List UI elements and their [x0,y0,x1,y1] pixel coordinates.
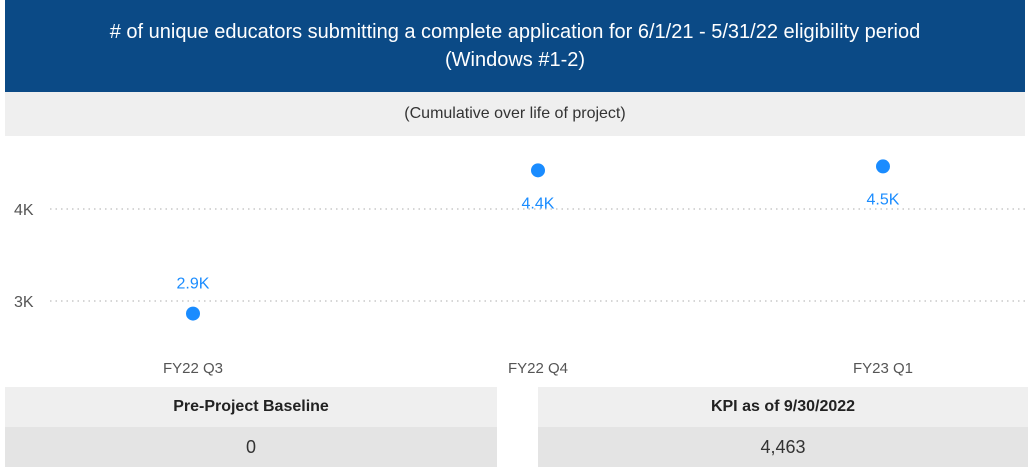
data-label-1: 2.9K [177,276,210,293]
x-tick-label-3: FY23 Q1 [853,360,913,377]
kpi-card-title: KPI as of 9/30/2022 [538,387,1028,427]
data-point-1 [186,306,200,321]
y-tick-label-4k: 4K [14,202,34,219]
chart-title-bar: # of unique educators submitting a compl… [5,0,1025,92]
chart-title: # of unique educators submitting a compl… [109,21,921,71]
scatter-chart: 3K 4K 2.9K FY22 Q3 4.4K FY22 Q4 4.5K FY23 Q1 [14,159,1025,377]
data-point-3 [876,159,890,174]
data-label-2: 4.4K [522,195,555,212]
x-tick-label-1: FY22 Q3 [163,360,223,377]
baseline-card-title: Pre-Project Baseline [5,387,497,427]
kpi-card-value: 4,463 [538,427,1028,467]
data-point-2 [531,163,545,178]
baseline-card-value: 0 [5,427,497,467]
y-tick-label-3k: 3K [14,294,34,311]
data-label-3: 4.5K [867,191,900,208]
x-tick-label-2: FY22 Q4 [508,360,568,377]
chart-subtitle: (Cumulative over life of project) [5,92,1025,136]
